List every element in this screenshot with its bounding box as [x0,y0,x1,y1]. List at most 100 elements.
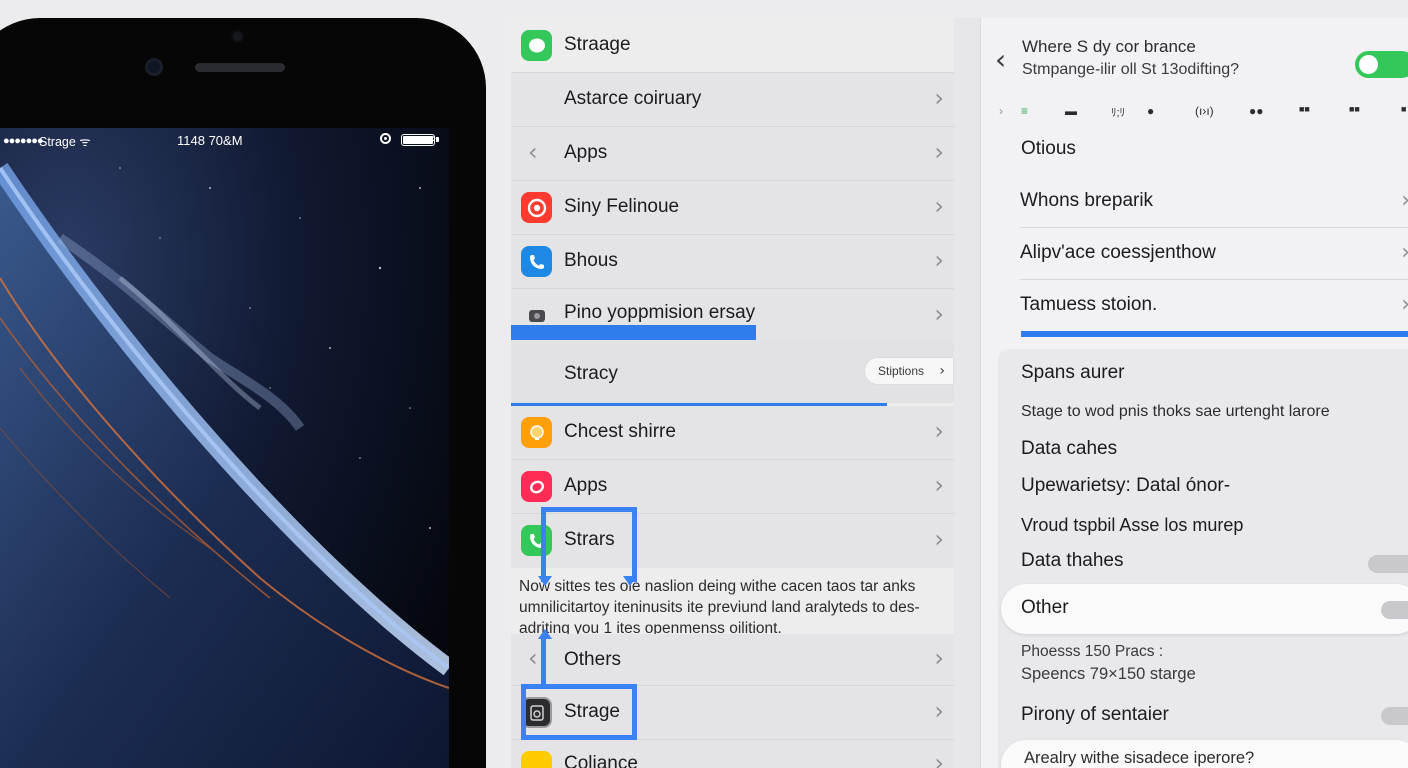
row-label: Alipv'ace coessjenthow [1020,242,1216,263]
arrow-down-icon [623,576,637,586]
upewarietsy-label: Upewarietsy: Datal ónor- [1021,475,1231,496]
chevron-icon[interactable]: › [999,104,1003,118]
phone-speaker [195,63,285,72]
settings-row-straage[interactable]: Straage [511,18,954,73]
battery-icon [401,134,439,146]
panel-divider [954,18,980,768]
pirony-label: Pirony of sentaier [1021,704,1169,725]
card-subtitle: Stage to wod pnis thoks sae urtenght lar… [1021,403,1330,420]
chevron-right-icon: › [934,138,944,166]
other-label: Other [1021,597,1069,618]
card-title: Spans aurer [1021,362,1125,383]
sound-icon[interactable]: (ı›ı) [1195,104,1214,118]
annotation-bracket-box [521,684,637,740]
row-label: Stracy [564,363,618,384]
chevron-right-icon: › [934,84,944,112]
chevron-right-icon: › [1401,188,1408,213]
settings-row-bhous[interactable]: Bhous › [511,235,954,289]
row-label: Chcest shirre [564,421,676,442]
back-chevron-icon[interactable]: ‹ [995,43,1006,76]
grid-icon[interactable]: ■■ [1299,104,1310,114]
speencs-text: Speencs 79×150 starge [1021,665,1196,683]
row-label: Apps [564,475,608,496]
chevron-right-icon: › [939,363,945,379]
settings-list: Straage Astarce coiruary › ‹ Apps › Siny… [511,18,954,768]
section-heading: Otious [1021,138,1076,159]
row-label: Coliance [564,753,638,768]
storage-detail-panel: ‹ Where S dy cor brance Stmpange-ilir ol… [980,18,1408,768]
vroud-label: Vroud tspbil Asse los murep [1021,515,1244,535]
annotation-bracket-top [541,507,637,582]
earth-wallpaper [0,128,449,768]
wifi-icon[interactable]: ﾘ;ﾘ [1111,104,1125,120]
clock: 1148 70&M [177,133,243,148]
target-icon [521,192,552,223]
chevron-right-icon: › [934,749,944,768]
chevron-right-icon: › [1401,292,1408,317]
detail-row[interactable]: Whons breparik › [1020,176,1408,228]
square-icon[interactable]: ■ [1401,104,1406,114]
settings-row-apps-2[interactable]: Apps › [511,460,954,514]
row-label: Pino yoppmision ersay [564,302,756,323]
settings-row-chcest[interactable]: Chcest shirre › [511,406,954,460]
row-label: Astarce coiruary [564,88,702,109]
grid-icon[interactable]: ■■ [1349,104,1360,114]
row-label: Apps [564,142,608,163]
chevron-right-icon: › [934,300,944,328]
settings-row-coliance[interactable]: Coliance › [511,740,954,768]
settings-icon [521,751,552,768]
chevron-left-icon[interactable]: ‹ [528,644,538,672]
detail-row[interactable]: Alipv'ace coessjenthow › [1020,228,1408,280]
front-camera [145,58,163,76]
camera-sensor [231,30,244,43]
row-label: Whons breparik [1020,190,1154,211]
chevron-right-icon: › [934,417,944,445]
chevron-right-icon: › [1401,240,1408,265]
bulb-icon [521,417,552,448]
battery-icon[interactable]: ▬ [1065,104,1077,118]
header-subtitle: Stmpange-ilir oll St 13odifting? [1022,61,1240,78]
arrow-down-icon [538,576,552,586]
progress-highlight-bar [1021,331,1408,337]
feature-toggle[interactable] [1355,51,1408,78]
heart-icon [521,471,552,502]
data-thahes-label: Data thahes [1021,550,1124,571]
settings-row-astarce[interactable]: Astarce coiruary › [511,73,954,127]
chevron-right-icon: › [934,471,944,499]
chevron-right-icon: › [934,192,944,220]
data-thahes-switch[interactable] [1368,555,1408,573]
pill-label: Stiptions [878,364,925,378]
header-title: Where S dy cor brance [1022,37,1196,56]
question-label: Arealry withe sisadece iperore? [1024,749,1255,767]
other-switch[interactable] [1381,601,1408,619]
settings-row-others[interactable]: ‹ Others › [511,634,954,686]
orientation-lock-icon [380,133,391,144]
messages-icon [521,30,552,61]
icon-toolbar: › ≡ ▬ ﾘ;ﾘ ● (ı›ı) ●● ■■ ■■ ■ [999,104,1408,122]
row-label: Tamuess stoion. [1020,294,1158,315]
chevron-right-icon: › [934,697,944,725]
options-pill-button[interactable]: Stiptions › [864,357,954,385]
detail-row[interactable]: Tamuess stoion. › [1020,280,1408,330]
settings-row-siny[interactable]: Siny Felinoue › [511,181,954,235]
chevron-right-icon: › [934,246,944,274]
home-screen: ●●●●●●● Strage ᯤ 1148 70&M › [0,128,449,768]
list-icon[interactable]: ≡ [1021,104,1028,118]
phone-icon [521,246,552,277]
row-label: Others [564,649,622,670]
signal-dots-icon: ●●●●●●● [3,135,44,147]
selection-highlight-bar [511,325,756,340]
storage-description: Now sittes tes ole naslion deing withe c… [519,578,920,637]
chevron-right-icon: › [432,131,436,145]
chevron-right-icon: › [934,525,944,553]
pirony-switch[interactable] [1381,707,1408,725]
row-label: Bhous [564,250,618,271]
row-label: Straage [564,34,631,55]
dot-icon[interactable]: ● [1147,104,1154,118]
carrier-label: Strage ᯤ [39,135,91,149]
chevron-right-icon: › [934,644,944,672]
chevron-left-icon[interactable]: ‹ [528,138,538,166]
settings-row-apps[interactable]: ‹ Apps › [511,127,954,181]
record-icon[interactable]: ●● [1249,104,1264,118]
status-bar: ●●●●●●● Strage ᯤ 1148 70&M › [0,128,449,156]
